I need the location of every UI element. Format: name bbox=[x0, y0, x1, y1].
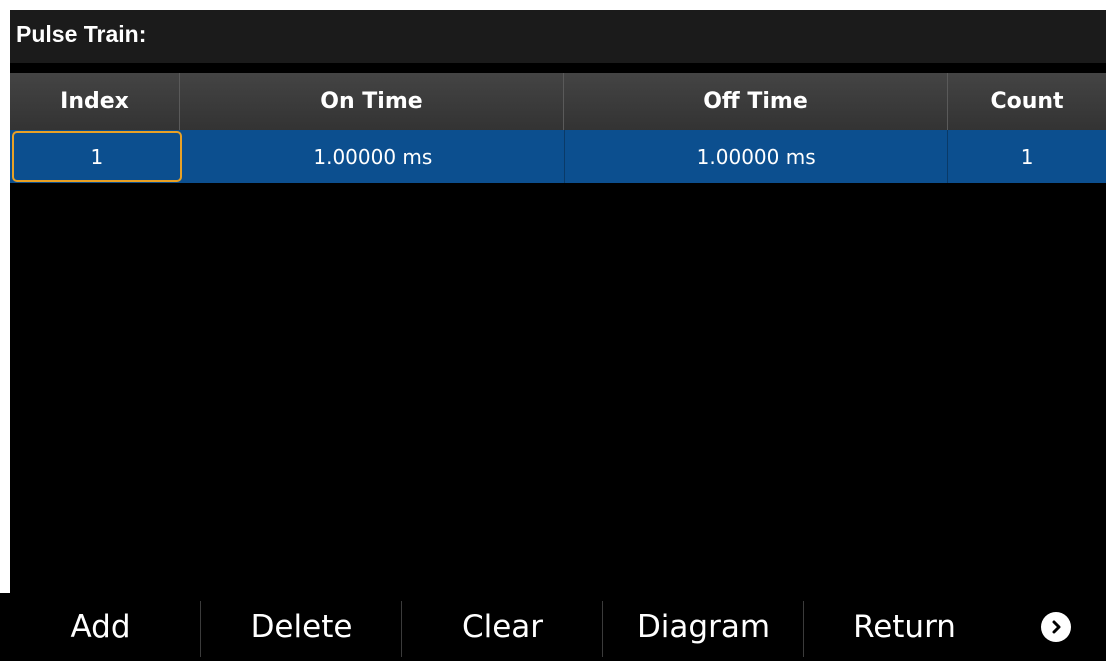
delete-button[interactable]: Delete bbox=[201, 593, 402, 661]
column-header-count[interactable]: Count bbox=[948, 73, 1106, 130]
column-header-off-time[interactable]: Off Time bbox=[564, 73, 948, 130]
column-header-index[interactable]: Index bbox=[10, 73, 180, 130]
pulse-train-table-panel: Index On Time Off Time Count 1 1.00000 m… bbox=[10, 63, 1106, 593]
table-header: Index On Time Off Time Count bbox=[10, 73, 1106, 130]
diagram-button[interactable]: Diagram bbox=[603, 593, 804, 661]
more-button[interactable] bbox=[1005, 593, 1106, 661]
clear-button[interactable]: Clear bbox=[402, 593, 603, 661]
return-button[interactable]: Return bbox=[804, 593, 1005, 661]
page-title: Pulse Train: bbox=[10, 10, 1106, 63]
cell-count[interactable]: 1 bbox=[948, 130, 1106, 183]
cell-on-time[interactable]: 1.00000 ms bbox=[182, 130, 565, 183]
cell-off-time[interactable]: 1.00000 ms bbox=[565, 130, 949, 183]
column-header-on-time[interactable]: On Time bbox=[180, 73, 564, 130]
chevron-right-circle-icon bbox=[1040, 612, 1071, 642]
cell-index[interactable]: 1 bbox=[12, 131, 182, 182]
table-row[interactable]: 1 1.00000 ms 1.00000 ms 1 bbox=[10, 130, 1106, 183]
pulse-train-screen: Pulse Train: Index On Time Off Time Coun… bbox=[0, 0, 1106, 661]
softkey-bar: Add Delete Clear Diagram Return bbox=[0, 593, 1106, 661]
add-button[interactable]: Add bbox=[0, 593, 201, 661]
